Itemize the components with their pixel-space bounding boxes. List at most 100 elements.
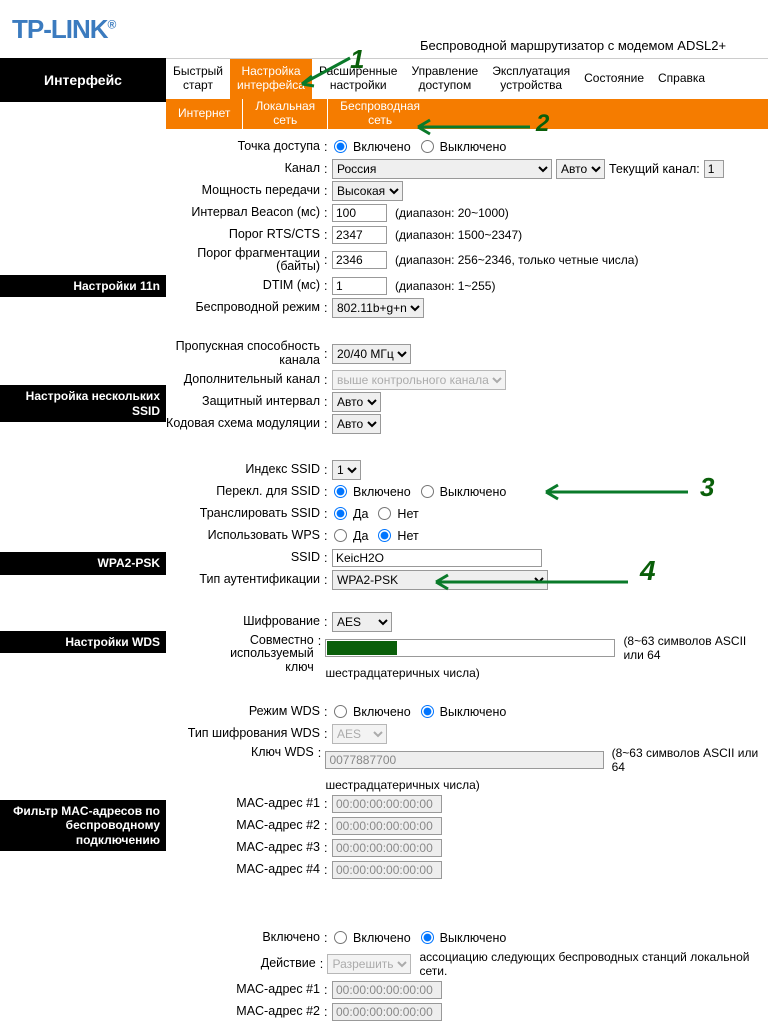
tab-maintenance[interactable]: Эксплуатация устройства bbox=[485, 59, 577, 99]
dtim-input[interactable] bbox=[332, 277, 387, 295]
wdsmac2-label: MAC-адрес #2 bbox=[166, 819, 324, 833]
wdsmac2-input bbox=[332, 817, 442, 835]
wdsmac1-label: MAC-адрес #1 bbox=[166, 797, 324, 811]
mcs-label: Кодовая схема модуляции bbox=[166, 417, 324, 431]
brand-logo: TP-LINK® bbox=[12, 14, 115, 45]
subtab-internet[interactable]: Интернет bbox=[166, 99, 243, 129]
wdskey-input bbox=[325, 751, 603, 769]
flt-off-radio[interactable] bbox=[421, 931, 434, 944]
ap-on-radio[interactable] bbox=[334, 140, 347, 153]
wdsenc-select[interactable]: AES bbox=[332, 724, 387, 744]
ssid-input[interactable] bbox=[332, 549, 542, 567]
wds-off-radio[interactable] bbox=[421, 705, 434, 718]
ap-label: Точка доступа bbox=[166, 140, 324, 154]
fltmac1-input bbox=[332, 981, 442, 999]
ssid-label: SSID bbox=[166, 551, 324, 565]
tab-interface-setup[interactable]: Настройка интерфейса bbox=[230, 59, 312, 99]
fltmac2-label: MAC-адрес #2 bbox=[166, 1005, 324, 1019]
gi-label: Защитный интервал bbox=[166, 395, 324, 409]
tab-access[interactable]: Управление доступом bbox=[404, 59, 485, 99]
txpower-label: Мощность передачи bbox=[166, 184, 324, 198]
beacon-input[interactable] bbox=[332, 204, 387, 222]
section-wds: Настройки WDS bbox=[0, 631, 166, 653]
psk-redaction bbox=[327, 641, 397, 655]
mcs-select[interactable]: Авто bbox=[332, 414, 381, 434]
wdsmac3-label: MAC-адрес #3 bbox=[166, 841, 324, 855]
tab-advanced[interactable]: Расширенные настройки bbox=[312, 59, 405, 99]
flt-act-label: Действие bbox=[166, 957, 320, 971]
txpower-select[interactable]: Высокая bbox=[332, 181, 403, 201]
wdsenc-label: Тип шифрования WDS bbox=[166, 727, 324, 741]
wps-no-radio[interactable] bbox=[378, 529, 391, 542]
enc-label: Шифрование bbox=[166, 615, 324, 629]
tab-status[interactable]: Состояние bbox=[577, 59, 651, 99]
beacon-label: Интервал Beacon (мс) bbox=[166, 206, 324, 220]
subtab-wireless[interactable]: Беспроводная сеть bbox=[328, 99, 768, 129]
left-title: Интерфейс bbox=[0, 58, 166, 102]
psk-label: Совместно используемый ключ bbox=[166, 634, 318, 675]
section-11n: Настройки 11n bbox=[0, 275, 166, 297]
perssid-label: Перекл. для SSID bbox=[166, 485, 324, 499]
sub-nav: Интернет Локальная сеть Беспроводная сет… bbox=[166, 99, 768, 129]
ssididx-select[interactable]: 1 bbox=[332, 460, 361, 480]
subtab-lan[interactable]: Локальная сеть bbox=[243, 99, 328, 129]
psk-hint1: (8~63 символов ASCII или 64 bbox=[623, 634, 768, 662]
wmode-label: Беспроводной режим bbox=[166, 301, 324, 315]
rts-input[interactable] bbox=[332, 226, 387, 244]
fltmac1-label: MAC-адрес #1 bbox=[166, 983, 324, 997]
channel-label: Канал bbox=[166, 162, 324, 176]
flt-act-select[interactable]: Разрешить bbox=[327, 954, 411, 974]
wdskey-hint2: шестрадцатеричных числа) bbox=[325, 778, 479, 792]
wps-label: Использовать WPS bbox=[166, 529, 324, 543]
bw-label: Пропускная способность канала bbox=[166, 340, 324, 368]
extch-label: Дополнительный канал bbox=[166, 373, 324, 387]
bw-select[interactable]: 20/40 МГц bbox=[332, 344, 411, 364]
auth-select[interactable]: WPA2-PSK bbox=[332, 570, 548, 590]
perssid-on-radio[interactable] bbox=[334, 485, 347, 498]
flt-on-radio[interactable] bbox=[334, 931, 347, 944]
extch-select[interactable]: выше контрольного канала bbox=[332, 370, 506, 390]
fltmac2-input bbox=[332, 1003, 442, 1021]
bcast-no-radio[interactable] bbox=[378, 507, 391, 520]
wdsmode-label: Режим WDS bbox=[166, 705, 324, 719]
section-wpa2: WPA2-PSK bbox=[0, 552, 166, 574]
frag-hint: (диапазон: 256~2346, только четные числа… bbox=[395, 253, 638, 267]
ap-off-text: Выключено bbox=[440, 140, 507, 154]
enc-select[interactable]: AES bbox=[332, 612, 392, 632]
wps-yes-radio[interactable] bbox=[334, 529, 347, 542]
flt-act-hint: ассоциацию следующих беспроводных станци… bbox=[419, 950, 768, 978]
ap-on-text: Включено bbox=[353, 140, 411, 154]
bcast-label: Транслировать SSID bbox=[166, 507, 324, 521]
ap-off-radio[interactable] bbox=[421, 140, 434, 153]
tab-help[interactable]: Справка bbox=[651, 59, 712, 99]
beacon-hint: (диапазон: 20~1000) bbox=[395, 206, 509, 220]
channel-select[interactable]: Авто bbox=[556, 159, 605, 179]
country-select[interactable]: Россия bbox=[332, 159, 552, 179]
frag-input[interactable] bbox=[332, 251, 387, 269]
bcast-yes-radio[interactable] bbox=[334, 507, 347, 520]
device-subtitle: Беспроводной маршрутизатор с модемом ADS… bbox=[420, 38, 726, 53]
wdsmac1-input bbox=[332, 795, 442, 813]
ssididx-label: Индекс SSID bbox=[166, 463, 324, 477]
section-mssid: Настройка нескольких SSID bbox=[0, 385, 166, 422]
rts-hint: (диапазон: 1500~2347) bbox=[395, 228, 522, 242]
current-channel-label: Текущий канал: bbox=[609, 162, 700, 176]
perssid-off-radio[interactable] bbox=[421, 485, 434, 498]
main-nav: Быстрый старт Настройка интерфейса Расши… bbox=[166, 58, 768, 99]
wds-on-radio[interactable] bbox=[334, 705, 347, 718]
wmode-select[interactable]: 802.11b+g+n bbox=[332, 298, 424, 318]
current-channel-value bbox=[704, 160, 724, 178]
dtim-hint: (диапазон: 1~255) bbox=[395, 279, 495, 293]
wdsmac4-input bbox=[332, 861, 442, 879]
wdsmac3-input bbox=[332, 839, 442, 857]
auth-label: Тип аутентификации bbox=[166, 573, 324, 587]
section-macfilter: Фильтр MAC-адресов по беспроводному подк… bbox=[0, 800, 166, 851]
psk-hint2: шестрадцатеричных числа) bbox=[325, 666, 479, 680]
wdskey-label: Ключ WDS bbox=[166, 746, 318, 760]
rts-label: Порог RTS/CTS bbox=[166, 228, 324, 242]
tab-quickstart[interactable]: Быстрый старт bbox=[166, 59, 230, 99]
frag-label: Порог фрагментации (байты) bbox=[166, 247, 324, 275]
flt-on-label: Включено bbox=[166, 931, 324, 945]
wdskey-hint1: (8~63 символов ASCII или 64 bbox=[612, 746, 768, 774]
gi-select[interactable]: Авто bbox=[332, 392, 381, 412]
